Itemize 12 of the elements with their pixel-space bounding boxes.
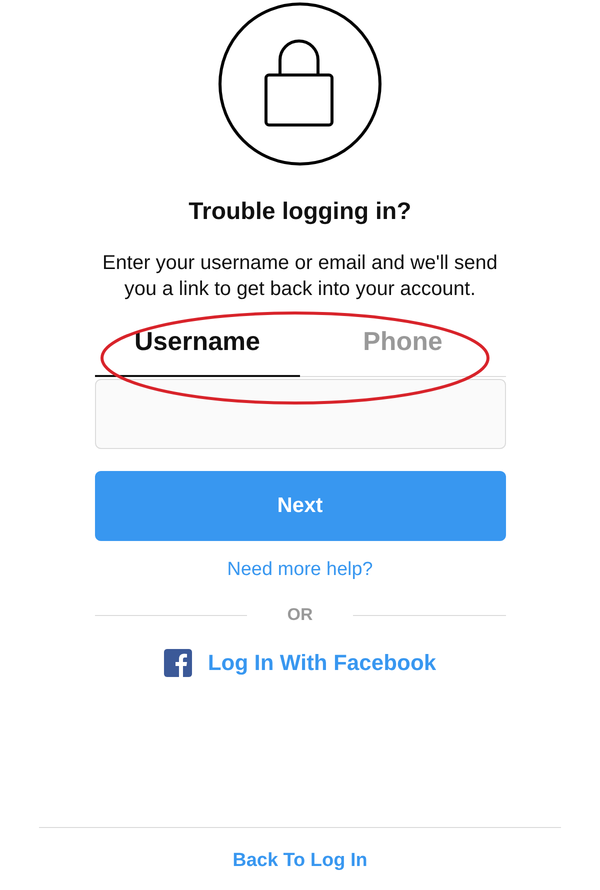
next-button[interactable]: Next xyxy=(94,471,506,541)
username-field[interactable] xyxy=(94,379,506,449)
page-title: Trouble logging in? xyxy=(188,198,412,226)
lock-icon xyxy=(218,2,382,166)
help-link[interactable]: Need more help? xyxy=(227,559,373,581)
tab[interactable]: Username xyxy=(94,306,300,377)
or-separator: OR xyxy=(287,605,313,625)
back-to-login-link[interactable]: Back To Log In xyxy=(232,850,368,872)
facebook-login-link[interactable]: Log In With Facebook xyxy=(164,649,436,677)
tab[interactable]: Phone xyxy=(300,306,506,377)
instructions-text: Enter your username or email and we'll send you a link to get back into your account. xyxy=(101,251,499,302)
facebook-icon xyxy=(164,649,192,677)
